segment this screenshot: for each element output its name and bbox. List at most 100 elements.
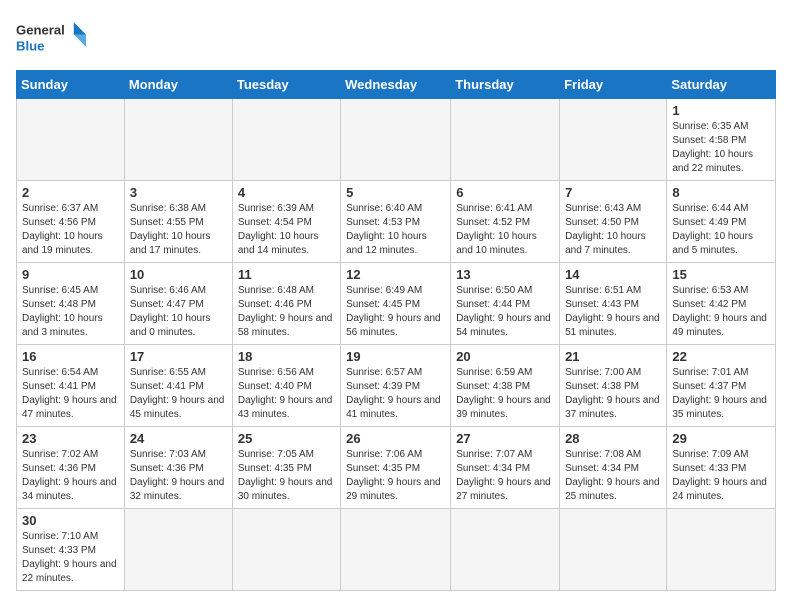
calendar-cell: 20 Sunrise: 6:59 AM Sunset: 4:38 PM Dayli… [451, 345, 560, 427]
calendar-cell: 30Sunrise: 7:10 AM Sunset: 4:33 PM Dayli… [17, 509, 125, 591]
calendar-cell [560, 509, 667, 591]
day-number: 7 [565, 185, 661, 200]
day-number: 18 [238, 349, 335, 364]
calendar-cell: 6 Sunrise: 6:41 AM Sunset: 4:52 PM Daylig… [451, 181, 560, 263]
day-number: 1 [672, 103, 770, 118]
day-number: 6 [456, 185, 554, 200]
day-info: Sunrise: 6:45 AM Sunset: 4:48 PM Dayligh… [22, 284, 119, 340]
calendar-cell: 17 Sunrise: 6:55 AM Sunset: 4:41 PM Dayli… [124, 345, 232, 427]
calendar-cell: 2 Sunrise: 6:37 AM Sunset: 4:56 PM Daylig… [17, 181, 125, 263]
day-number: 19 [346, 349, 445, 364]
calendar-cell: 12 Sunrise: 6:49 AM Sunset: 4:45 PM Dayli… [341, 263, 451, 345]
day-info: Sunrise: 6:35 AM Sunset: 4:58 PM Dayligh… [672, 120, 770, 176]
calendar-cell: 28 Sunrise: 7:08 AM Sunset: 4:34 PM Dayli… [560, 427, 667, 509]
svg-text:General: General [16, 23, 65, 38]
calendar-cell: 23 Sunrise: 7:02 AM Sunset: 4:36 PM Dayli… [17, 427, 125, 509]
calendar-cell [451, 509, 560, 591]
calendar-week-row: 1 Sunrise: 6:35 AM Sunset: 4:58 PM Daylig… [17, 99, 776, 181]
day-info: Sunrise: 6:39 AM Sunset: 4:54 PM Dayligh… [238, 202, 335, 258]
logo-svg: General Blue [16, 16, 86, 60]
day-info: Sunrise: 7:09 AM Sunset: 4:33 PM Dayligh… [672, 448, 770, 504]
day-number: 5 [346, 185, 445, 200]
day-info: Sunrise: 6:50 AM Sunset: 4:44 PM Dayligh… [456, 284, 554, 340]
calendar-cell: 1 Sunrise: 6:35 AM Sunset: 4:58 PM Daylig… [667, 99, 776, 181]
calendar-cell: 15 Sunrise: 6:53 AM Sunset: 4:42 PM Dayli… [667, 263, 776, 345]
day-number: 3 [130, 185, 227, 200]
calendar-cell: 13 Sunrise: 6:50 AM Sunset: 4:44 PM Dayli… [451, 263, 560, 345]
weekday-header-tuesday: Tuesday [232, 71, 340, 99]
weekday-header-saturday: Saturday [667, 71, 776, 99]
day-number: 21 [565, 349, 661, 364]
day-number: 17 [130, 349, 227, 364]
calendar-cell [17, 99, 125, 181]
day-number: 22 [672, 349, 770, 364]
calendar-week-row: 30Sunrise: 7:10 AM Sunset: 4:33 PM Dayli… [17, 509, 776, 591]
day-number: 25 [238, 431, 335, 446]
day-number: 12 [346, 267, 445, 282]
weekday-header-monday: Monday [124, 71, 232, 99]
day-info: Sunrise: 7:00 AM Sunset: 4:38 PM Dayligh… [565, 366, 661, 422]
day-number: 9 [22, 267, 119, 282]
logo: General Blue [16, 16, 86, 60]
day-number: 26 [346, 431, 445, 446]
day-info: Sunrise: 7:05 AM Sunset: 4:35 PM Dayligh… [238, 448, 335, 504]
calendar-cell: 19Sunrise: 6:57 AM Sunset: 4:39 PM Dayli… [341, 345, 451, 427]
svg-text:Blue: Blue [16, 38, 44, 53]
calendar-cell: 29Sunrise: 7:09 AM Sunset: 4:33 PM Dayli… [667, 427, 776, 509]
calendar-cell: 8Sunrise: 6:44 AM Sunset: 4:49 PM Daylig… [667, 181, 776, 263]
calendar-cell: 5Sunrise: 6:40 AM Sunset: 4:53 PM Daylig… [341, 181, 451, 263]
calendar-cell: 7 Sunrise: 6:43 AM Sunset: 4:50 PM Daylig… [560, 181, 667, 263]
day-number: 10 [130, 267, 227, 282]
day-number: 13 [456, 267, 554, 282]
calendar-cell: 27 Sunrise: 7:07 AM Sunset: 4:34 PM Dayli… [451, 427, 560, 509]
day-info: Sunrise: 6:46 AM Sunset: 4:47 PM Dayligh… [130, 284, 227, 340]
day-info: Sunrise: 6:48 AM Sunset: 4:46 PM Dayligh… [238, 284, 335, 340]
day-info: Sunrise: 6:55 AM Sunset: 4:41 PM Dayligh… [130, 366, 227, 422]
day-info: Sunrise: 6:56 AM Sunset: 4:40 PM Dayligh… [238, 366, 335, 422]
day-number: 28 [565, 431, 661, 446]
calendar-cell: 24Sunrise: 7:03 AM Sunset: 4:36 PM Dayli… [124, 427, 232, 509]
day-info: Sunrise: 7:02 AM Sunset: 4:36 PM Dayligh… [22, 448, 119, 504]
calendar-cell: 3 Sunrise: 6:38 AM Sunset: 4:55 PM Daylig… [124, 181, 232, 263]
day-info: Sunrise: 6:37 AM Sunset: 4:56 PM Dayligh… [22, 202, 119, 258]
day-number: 24 [130, 431, 227, 446]
day-info: Sunrise: 6:53 AM Sunset: 4:42 PM Dayligh… [672, 284, 770, 340]
calendar-table: SundayMondayTuesdayWednesdayThursdayFrid… [16, 70, 776, 591]
day-info: Sunrise: 6:38 AM Sunset: 4:55 PM Dayligh… [130, 202, 227, 258]
calendar-cell [124, 99, 232, 181]
day-number: 4 [238, 185, 335, 200]
day-number: 27 [456, 431, 554, 446]
calendar-cell [451, 99, 560, 181]
day-number: 14 [565, 267, 661, 282]
day-info: Sunrise: 6:51 AM Sunset: 4:43 PM Dayligh… [565, 284, 661, 340]
calendar-cell [341, 509, 451, 591]
day-number: 20 [456, 349, 554, 364]
calendar-cell: 10 Sunrise: 6:46 AM Sunset: 4:47 PM Dayli… [124, 263, 232, 345]
day-info: Sunrise: 6:49 AM Sunset: 4:45 PM Dayligh… [346, 284, 445, 340]
day-number: 15 [672, 267, 770, 282]
calendar-cell: 16Sunrise: 6:54 AM Sunset: 4:41 PM Dayli… [17, 345, 125, 427]
calendar-cell: 21 Sunrise: 7:00 AM Sunset: 4:38 PM Dayli… [560, 345, 667, 427]
calendar-week-row: 23 Sunrise: 7:02 AM Sunset: 4:36 PM Dayli… [17, 427, 776, 509]
day-info: Sunrise: 7:08 AM Sunset: 4:34 PM Dayligh… [565, 448, 661, 504]
day-number: 11 [238, 267, 335, 282]
day-number: 30 [22, 513, 119, 528]
day-info: Sunrise: 7:07 AM Sunset: 4:34 PM Dayligh… [456, 448, 554, 504]
calendar-cell: 4 Sunrise: 6:39 AM Sunset: 4:54 PM Daylig… [232, 181, 340, 263]
day-info: Sunrise: 6:41 AM Sunset: 4:52 PM Dayligh… [456, 202, 554, 258]
calendar-header-row: SundayMondayTuesdayWednesdayThursdayFrid… [17, 71, 776, 99]
day-number: 8 [672, 185, 770, 200]
calendar-cell: 26Sunrise: 7:06 AM Sunset: 4:35 PM Dayli… [341, 427, 451, 509]
day-info: Sunrise: 6:59 AM Sunset: 4:38 PM Dayligh… [456, 366, 554, 422]
calendar-week-row: 9 Sunrise: 6:45 AM Sunset: 4:48 PM Daylig… [17, 263, 776, 345]
calendar-cell [232, 509, 340, 591]
calendar-cell: 18 Sunrise: 6:56 AM Sunset: 4:40 PM Dayli… [232, 345, 340, 427]
day-info: Sunrise: 6:43 AM Sunset: 4:50 PM Dayligh… [565, 202, 661, 258]
day-info: Sunrise: 6:54 AM Sunset: 4:41 PM Dayligh… [22, 366, 119, 422]
calendar-cell: 22Sunrise: 7:01 AM Sunset: 4:37 PM Dayli… [667, 345, 776, 427]
weekday-header-wednesday: Wednesday [341, 71, 451, 99]
calendar-cell [667, 509, 776, 591]
calendar-cell [341, 99, 451, 181]
day-number: 23 [22, 431, 119, 446]
day-number: 2 [22, 185, 119, 200]
